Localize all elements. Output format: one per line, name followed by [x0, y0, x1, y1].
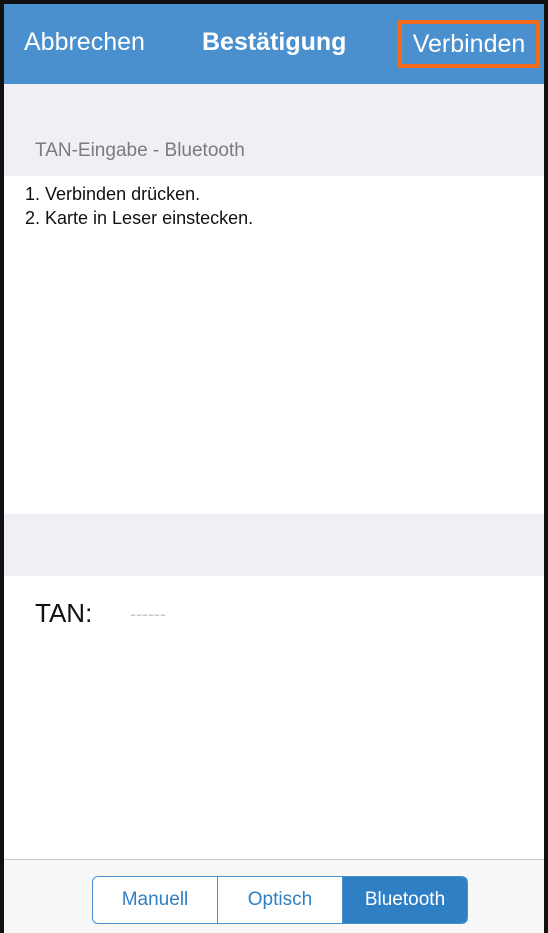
instruction-step-1: 1. Verbinden drücken. [25, 184, 201, 204]
tan-row: TAN: [4, 576, 544, 650]
navigation-bar: Abbrechen Bestätigung Verbinden [4, 4, 544, 84]
bottom-toolbar: Manuell Optisch Bluetooth [4, 859, 544, 933]
instructions-panel: 1. Verbinden drücken. 2. Karte in Leser … [4, 176, 544, 514]
segment-manuell[interactable]: Manuell [93, 877, 217, 923]
tan-input[interactable] [130, 598, 510, 630]
instruction-step-2: 2. Karte in Leser einstecken. [25, 208, 254, 228]
section-header: TAN-Eingabe - Bluetooth [35, 140, 245, 161]
section-header-area [4, 84, 544, 176]
screen-frame: Abbrechen Bestätigung Verbinden TAN-Eing… [0, 0, 548, 933]
segment-optisch[interactable]: Optisch [217, 877, 342, 923]
page-title: Bestätigung [202, 28, 347, 56]
cancel-button[interactable]: Abbrechen [24, 28, 145, 57]
tan-label: TAN: [35, 598, 93, 628]
tan-method-segmented-control: Manuell Optisch Bluetooth [92, 876, 468, 924]
connect-button[interactable]: Verbinden [398, 20, 540, 68]
empty-content-area [4, 650, 544, 859]
segment-bluetooth[interactable]: Bluetooth [342, 877, 467, 923]
